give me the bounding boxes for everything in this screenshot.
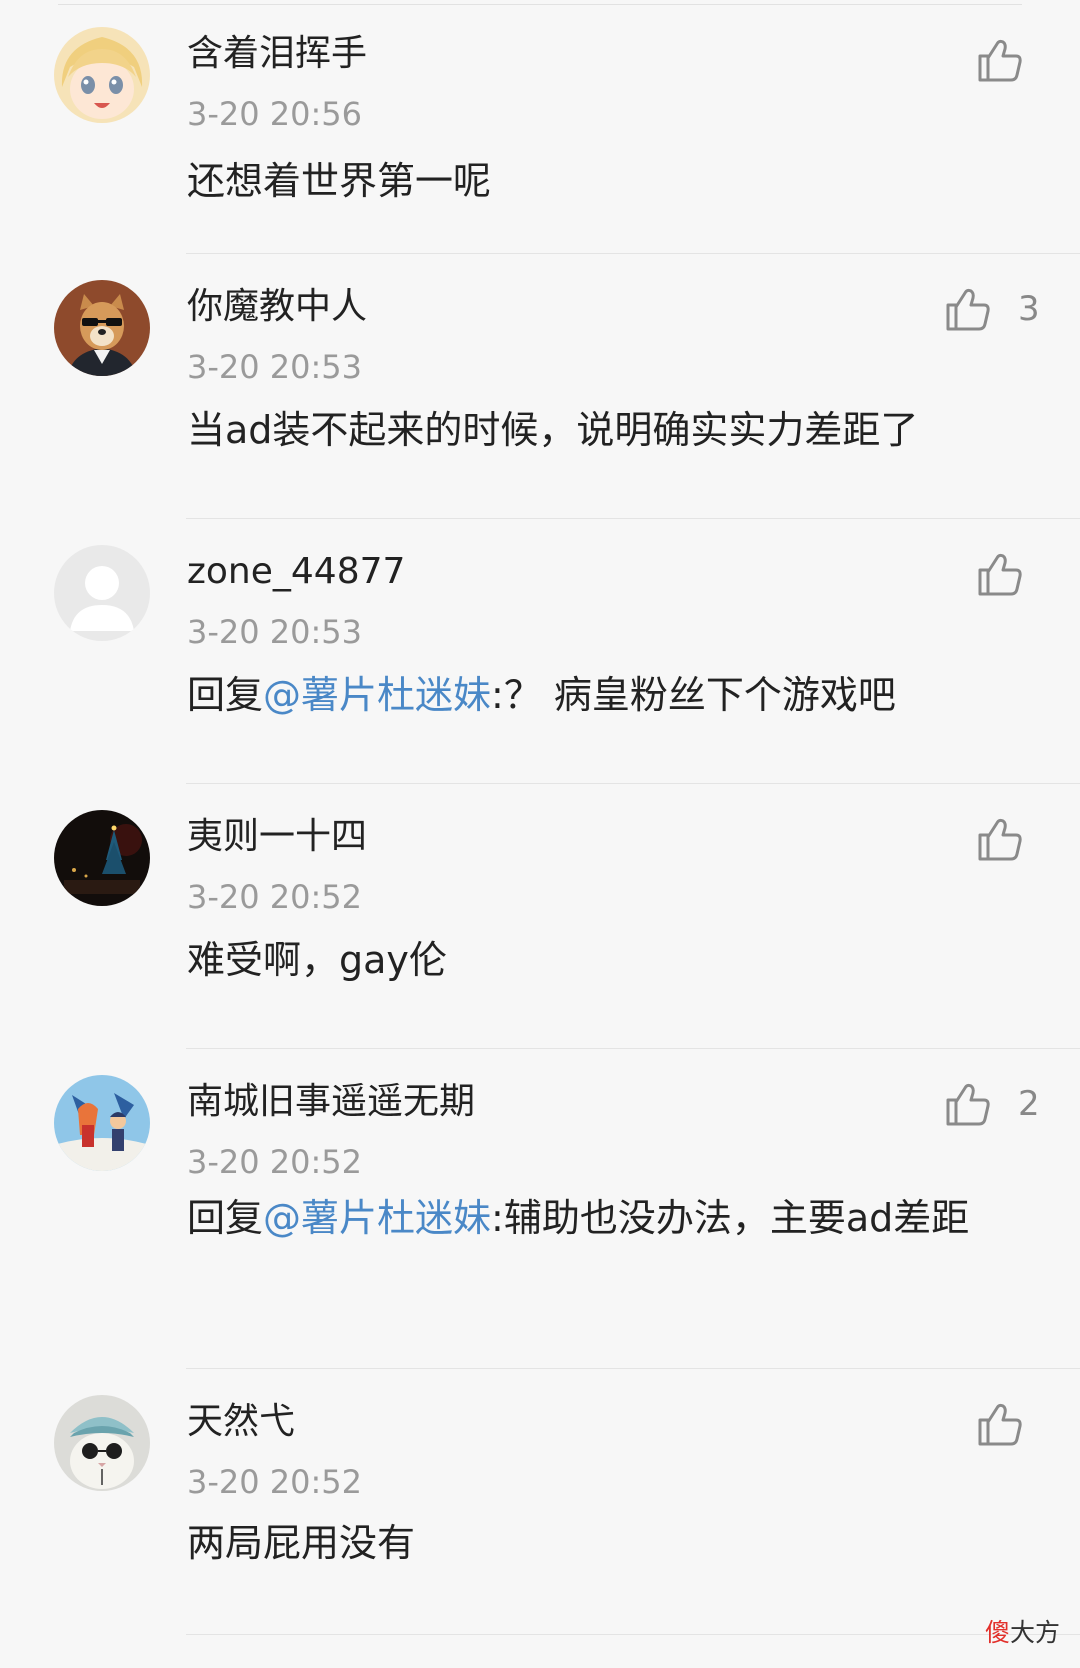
avatar[interactable] <box>54 27 150 123</box>
comment-text-content: :辅助也没办法，主要ad差距 <box>491 1196 970 1240</box>
username[interactable]: 南城旧事遥遥无期 <box>187 1076 475 1128</box>
comment-time: 3-20 20:56 <box>187 95 363 133</box>
comment-item: zone_44877 3-20 20:53 回复@薯片杜迷妹:？ 病皇粉丝下个游… <box>0 519 1080 784</box>
mention-link[interactable]: @薯片杜迷妹 <box>263 1196 491 1240</box>
comment-text: 当ad装不起来的时候，说明确实实力差距了 <box>187 403 1017 457</box>
default-user-avatar-icon <box>54 545 150 641</box>
comment-text-content: 当ad装不起来的时候，说明确实实力差距了 <box>187 408 919 452</box>
comment-time: 3-20 20:53 <box>187 613 363 651</box>
thumbs-up-icon <box>946 1083 990 1126</box>
like-button[interactable] <box>976 32 1050 88</box>
comment-text-content: :？ 病皇粉丝下个游戏吧 <box>491 673 896 717</box>
reply-prefix: 回复 <box>187 673 264 717</box>
like-button[interactable] <box>976 546 1050 602</box>
avatar[interactable] <box>54 545 150 641</box>
comment-item: 天然弋 3-20 20:52 两局屁用没有 <box>0 1369 1080 1635</box>
divider <box>186 1634 1080 1635</box>
anime-girl-avatar-icon <box>54 27 150 123</box>
comment-time: 3-20 20:52 <box>187 878 363 916</box>
like-button[interactable]: 3 <box>944 281 1040 337</box>
thumbs-up-icon <box>978 553 1022 596</box>
like-count: 2 <box>1018 1084 1040 1124</box>
night-christmas-tree-avatar-icon <box>54 810 150 906</box>
comment-time: 3-20 20:53 <box>187 348 363 386</box>
comment-text: 还想着世界第一呢 <box>187 154 1017 208</box>
comment-text: 两局屁用没有 <box>187 1516 1017 1570</box>
comment-list: 含着泪挥手 3-20 20:56 还想着世界第一呢 你魔教中人 3-20 20:… <box>0 0 1080 1635</box>
comment-item: 你魔教中人 3-20 20:53 当ad装不起来的时候，说明确实实力差距了 3 <box>0 254 1080 519</box>
reply-prefix: 回复 <box>187 1196 264 1240</box>
like-button[interactable] <box>976 1396 1050 1452</box>
avatar[interactable] <box>54 1395 150 1491</box>
comment-text: 回复@薯片杜迷妹:辅助也没办法，主要ad差距 <box>187 1191 977 1245</box>
avatar[interactable] <box>54 810 150 906</box>
username[interactable]: 你魔教中人 <box>187 281 367 333</box>
mention-link[interactable]: @薯片杜迷妹 <box>263 673 491 717</box>
comment-text-content: 两局屁用没有 <box>187 1521 416 1565</box>
username[interactable]: 含着泪挥手 <box>187 28 367 80</box>
like-button[interactable]: 2 <box>944 1076 1040 1132</box>
comment-time: 3-20 20:52 <box>187 1143 363 1181</box>
like-count: 3 <box>1018 289 1040 329</box>
like-button[interactable] <box>976 811 1050 867</box>
anime-characters-avatar-icon <box>54 1075 150 1171</box>
dog-with-sunglasses-avatar-icon <box>54 280 150 376</box>
cat-with-cap-avatar-icon <box>54 1395 150 1491</box>
comment-item: 夷则一十四 3-20 20:52 难受啊，gay伦 <box>0 784 1080 1049</box>
comment-text: 难受啊，gay伦 <box>187 933 1017 987</box>
comment-text-content: 难受啊，gay伦 <box>187 938 447 982</box>
watermark-accent-text: 傻 <box>984 1618 1010 1647</box>
watermark-text: 大方 <box>1009 1618 1060 1647</box>
comment-time: 3-20 20:52 <box>187 1463 363 1501</box>
username[interactable]: zone_44877 <box>187 546 405 598</box>
comment-text-content: 还想着世界第一呢 <box>187 159 492 203</box>
watermark: 傻大方 <box>985 1618 1060 1648</box>
avatar[interactable] <box>54 1075 150 1171</box>
thumbs-up-icon <box>946 288 990 331</box>
thumbs-up-icon <box>978 39 1022 82</box>
comment-text: 回复@薯片杜迷妹:？ 病皇粉丝下个游戏吧 <box>187 668 1017 722</box>
avatar[interactable] <box>54 280 150 376</box>
comment-item: 南城旧事遥遥无期 3-20 20:52 回复@薯片杜迷妹:辅助也没办法，主要ad… <box>0 1049 1080 1369</box>
username[interactable]: 夷则一十四 <box>187 811 367 863</box>
comment-item: 含着泪挥手 3-20 20:56 还想着世界第一呢 <box>0 0 1080 254</box>
thumbs-up-icon <box>978 1403 1022 1446</box>
username[interactable]: 天然弋 <box>187 1396 295 1448</box>
thumbs-up-icon <box>978 818 1022 861</box>
